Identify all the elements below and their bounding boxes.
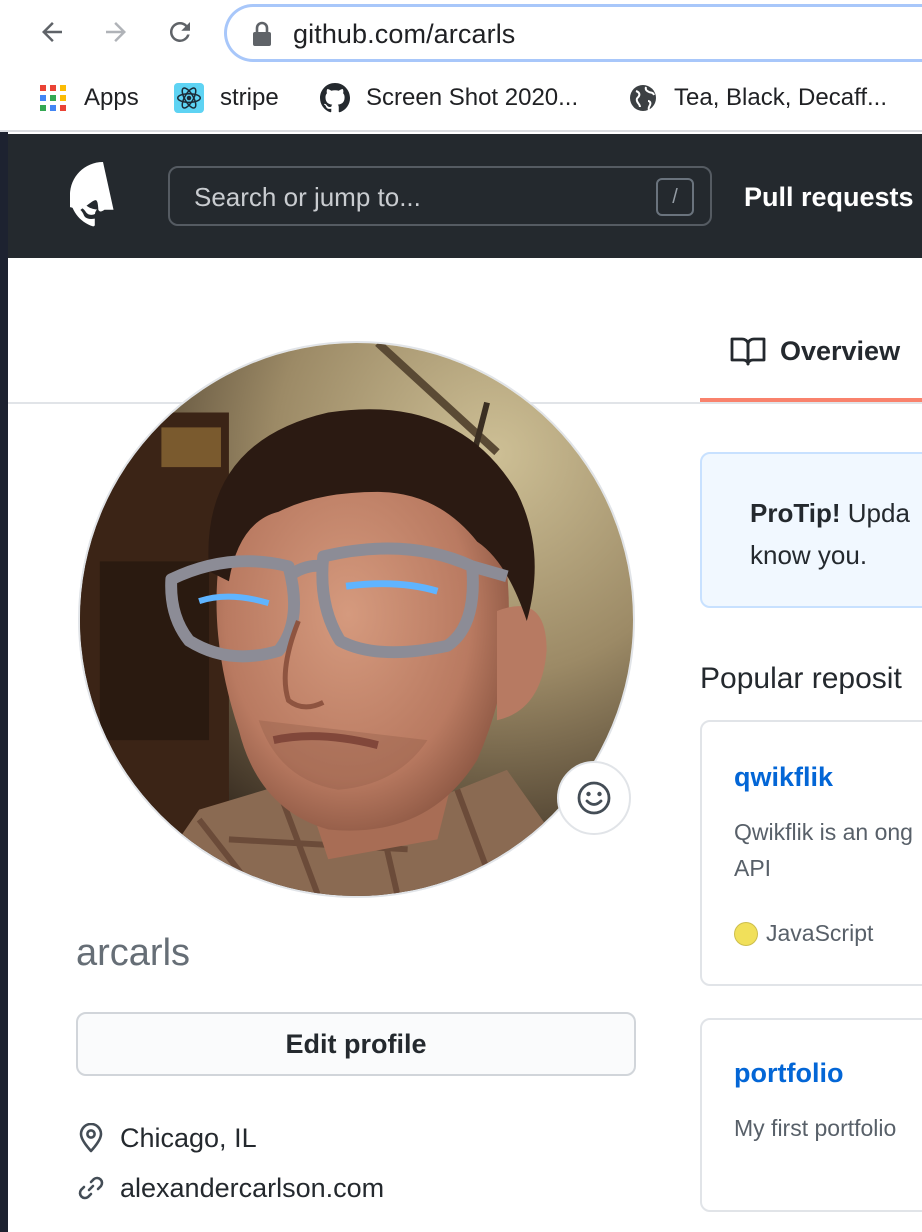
bookmarks-bar: Apps stripe Screen Shot 2020... Tea, Bla… [0,66,922,132]
url-text: github.com/arcarls [293,19,516,49]
popular-repos-heading: Popular reposit [700,662,902,695]
search-shortcut-key: / [656,178,694,216]
github-octocat-icon [320,83,350,113]
protip-text: ProTip! Upda know you. [750,492,910,576]
tab-overview-label: Overview [780,336,901,366]
smiley-icon [577,781,611,815]
website-link[interactable]: alexandercarlson.com [120,1173,384,1204]
repo-desc-line2: API [734,855,772,881]
repo-card: qwikflik Qwikflik is an ong API JavaScri… [700,720,922,986]
avatar-photo [80,343,633,896]
protip-bold: ProTip! [750,498,841,528]
globe-icon [628,83,658,113]
arrow-right-icon [106,22,126,42]
bookmark-label: Tea, Black, Decaff... [674,84,887,111]
profile-website[interactable]: alexandercarlson.com [76,1170,384,1206]
protip-line2: know you. [750,540,868,570]
repo-link[interactable]: portfolio [734,1058,843,1089]
reload-button[interactable] [158,10,202,54]
tab-active-underline [700,398,922,402]
search-input[interactable]: Search or jump to... / [168,166,712,226]
repo-desc-line1: My first portfolio [734,1115,897,1141]
lock-icon [253,21,271,46]
repo-link[interactable]: qwikflik [734,762,833,793]
book-icon [730,337,766,366]
arrow-left-icon [42,22,62,42]
repo-description: My first portfolio [734,1110,896,1146]
forward-button[interactable] [94,10,138,54]
bookmark-label: Screen Shot 2020... [366,84,579,111]
reload-icon [169,21,190,42]
bookmark-stripe[interactable]: stripe [174,80,279,116]
repo-card: portfolio My first portfolio [700,1018,922,1212]
bookmark-tea[interactable]: Tea, Black, Decaff... [628,80,887,116]
location-pin-icon [76,1123,106,1153]
repo-language: JavaScript [734,920,873,947]
back-button[interactable] [30,10,74,54]
github-logo-icon[interactable] [70,162,136,228]
page: github.com/arcarls Apps stripe Screen Sh… [0,0,922,1232]
repo-description: Qwikflik is an ong API [734,814,913,886]
repo-language-label: JavaScript [766,920,874,946]
react-atom-icon [174,83,204,113]
protip-banner: ProTip! Upda know you. [700,452,922,608]
protip-line1: Upda [840,498,910,528]
search-placeholder: Search or jump to... [194,182,421,212]
desktop-edge [0,130,8,1232]
address-bar[interactable]: github.com/arcarls [224,4,922,62]
profile-location: Chicago, IL [76,1120,257,1156]
edit-profile-button[interactable]: Edit profile [76,1012,636,1076]
link-icon [76,1173,106,1203]
browser-toolbar: github.com/arcarls [0,0,922,66]
language-color-dot [734,921,758,946]
bookmark-label: stripe [220,84,279,111]
github-header: Search or jump to... / Pull requests [8,134,922,258]
set-status-button[interactable] [557,761,631,835]
repo-desc-line1: Qwikflik is an ong [734,819,913,845]
bookmark-screen-shot[interactable]: Screen Shot 2020... [320,80,578,116]
tab-overview[interactable]: Overview [700,322,922,402]
profile-username: arcarls [76,932,191,974]
bookmark-apps[interactable]: Apps [38,80,139,116]
location-text: Chicago, IL [120,1122,257,1153]
bookmark-label: Apps [84,84,139,111]
apps-grid-icon [38,83,68,113]
avatar[interactable] [78,341,635,898]
nav-pull-requests[interactable]: Pull requests [744,182,914,213]
